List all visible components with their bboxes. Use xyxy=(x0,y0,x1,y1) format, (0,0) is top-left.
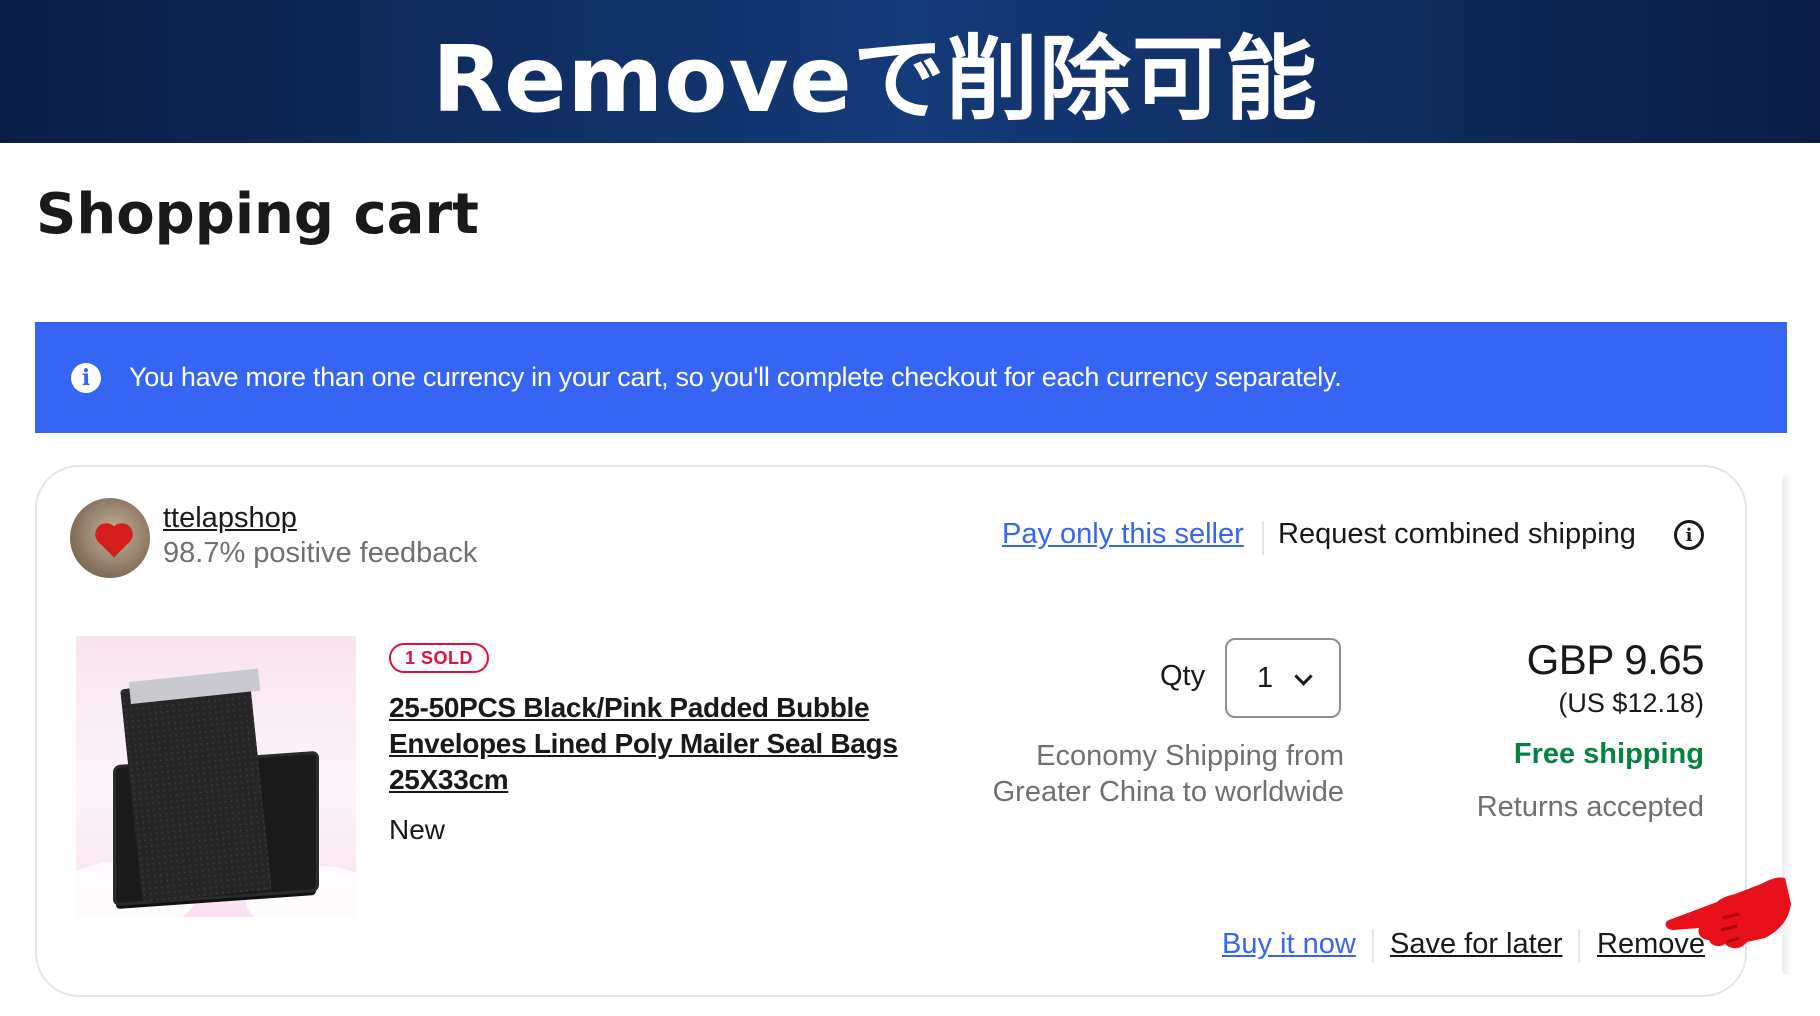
divider xyxy=(1578,929,1580,963)
seller-avatar[interactable] xyxy=(70,498,150,578)
item-price: GBP 9.65 xyxy=(1526,636,1705,683)
seller-name-link[interactable]: ttelapshop xyxy=(163,502,297,535)
buy-it-now-link[interactable]: Buy it now xyxy=(1222,928,1356,961)
page-title: Shopping cart xyxy=(36,182,479,247)
divider xyxy=(1262,521,1264,555)
banner-title: Removeで削除可能 xyxy=(432,26,1318,133)
request-combined-shipping-link[interactable]: Request combined shipping xyxy=(1278,518,1636,551)
sold-badge: 1 SOLD xyxy=(389,643,490,673)
currency-notice: i You have more than one currency in you… xyxy=(35,322,1787,433)
heart-icon xyxy=(98,526,130,558)
info-icon: i xyxy=(71,362,101,393)
shipping-method: Economy Shipping from Greater China to w… xyxy=(992,740,1344,808)
product-image[interactable] xyxy=(76,636,356,917)
divider xyxy=(1372,929,1374,963)
info-circle-icon[interactable]: i xyxy=(1674,520,1704,550)
returns-label: Returns accepted xyxy=(1476,791,1704,823)
qty-label: Qty xyxy=(1160,660,1206,692)
envelope-front xyxy=(120,675,272,904)
seller-feedback: 98.7% positive feedback xyxy=(163,537,478,569)
quantity-value: 1 xyxy=(1257,661,1274,694)
notice-text: You have more than one currency in your … xyxy=(129,362,1342,392)
quantity-select[interactable]: 1 xyxy=(1225,638,1341,718)
header-banner: Removeで削除可能 xyxy=(0,0,1820,143)
free-shipping-label: Free shipping xyxy=(1513,738,1704,770)
chevron-down-icon xyxy=(1294,667,1313,686)
product-title-link[interactable]: 25-50PCS Black/Pink Padded Bubble Envelo… xyxy=(389,690,929,798)
item-price-usd: (US $12.18) xyxy=(1558,688,1704,718)
save-for-later-link[interactable]: Save for later xyxy=(1390,928,1562,961)
item-condition: New xyxy=(389,814,446,845)
pointing-hand-icon xyxy=(1665,877,1791,949)
pay-only-this-seller-link[interactable]: Pay only this seller xyxy=(1002,518,1244,551)
